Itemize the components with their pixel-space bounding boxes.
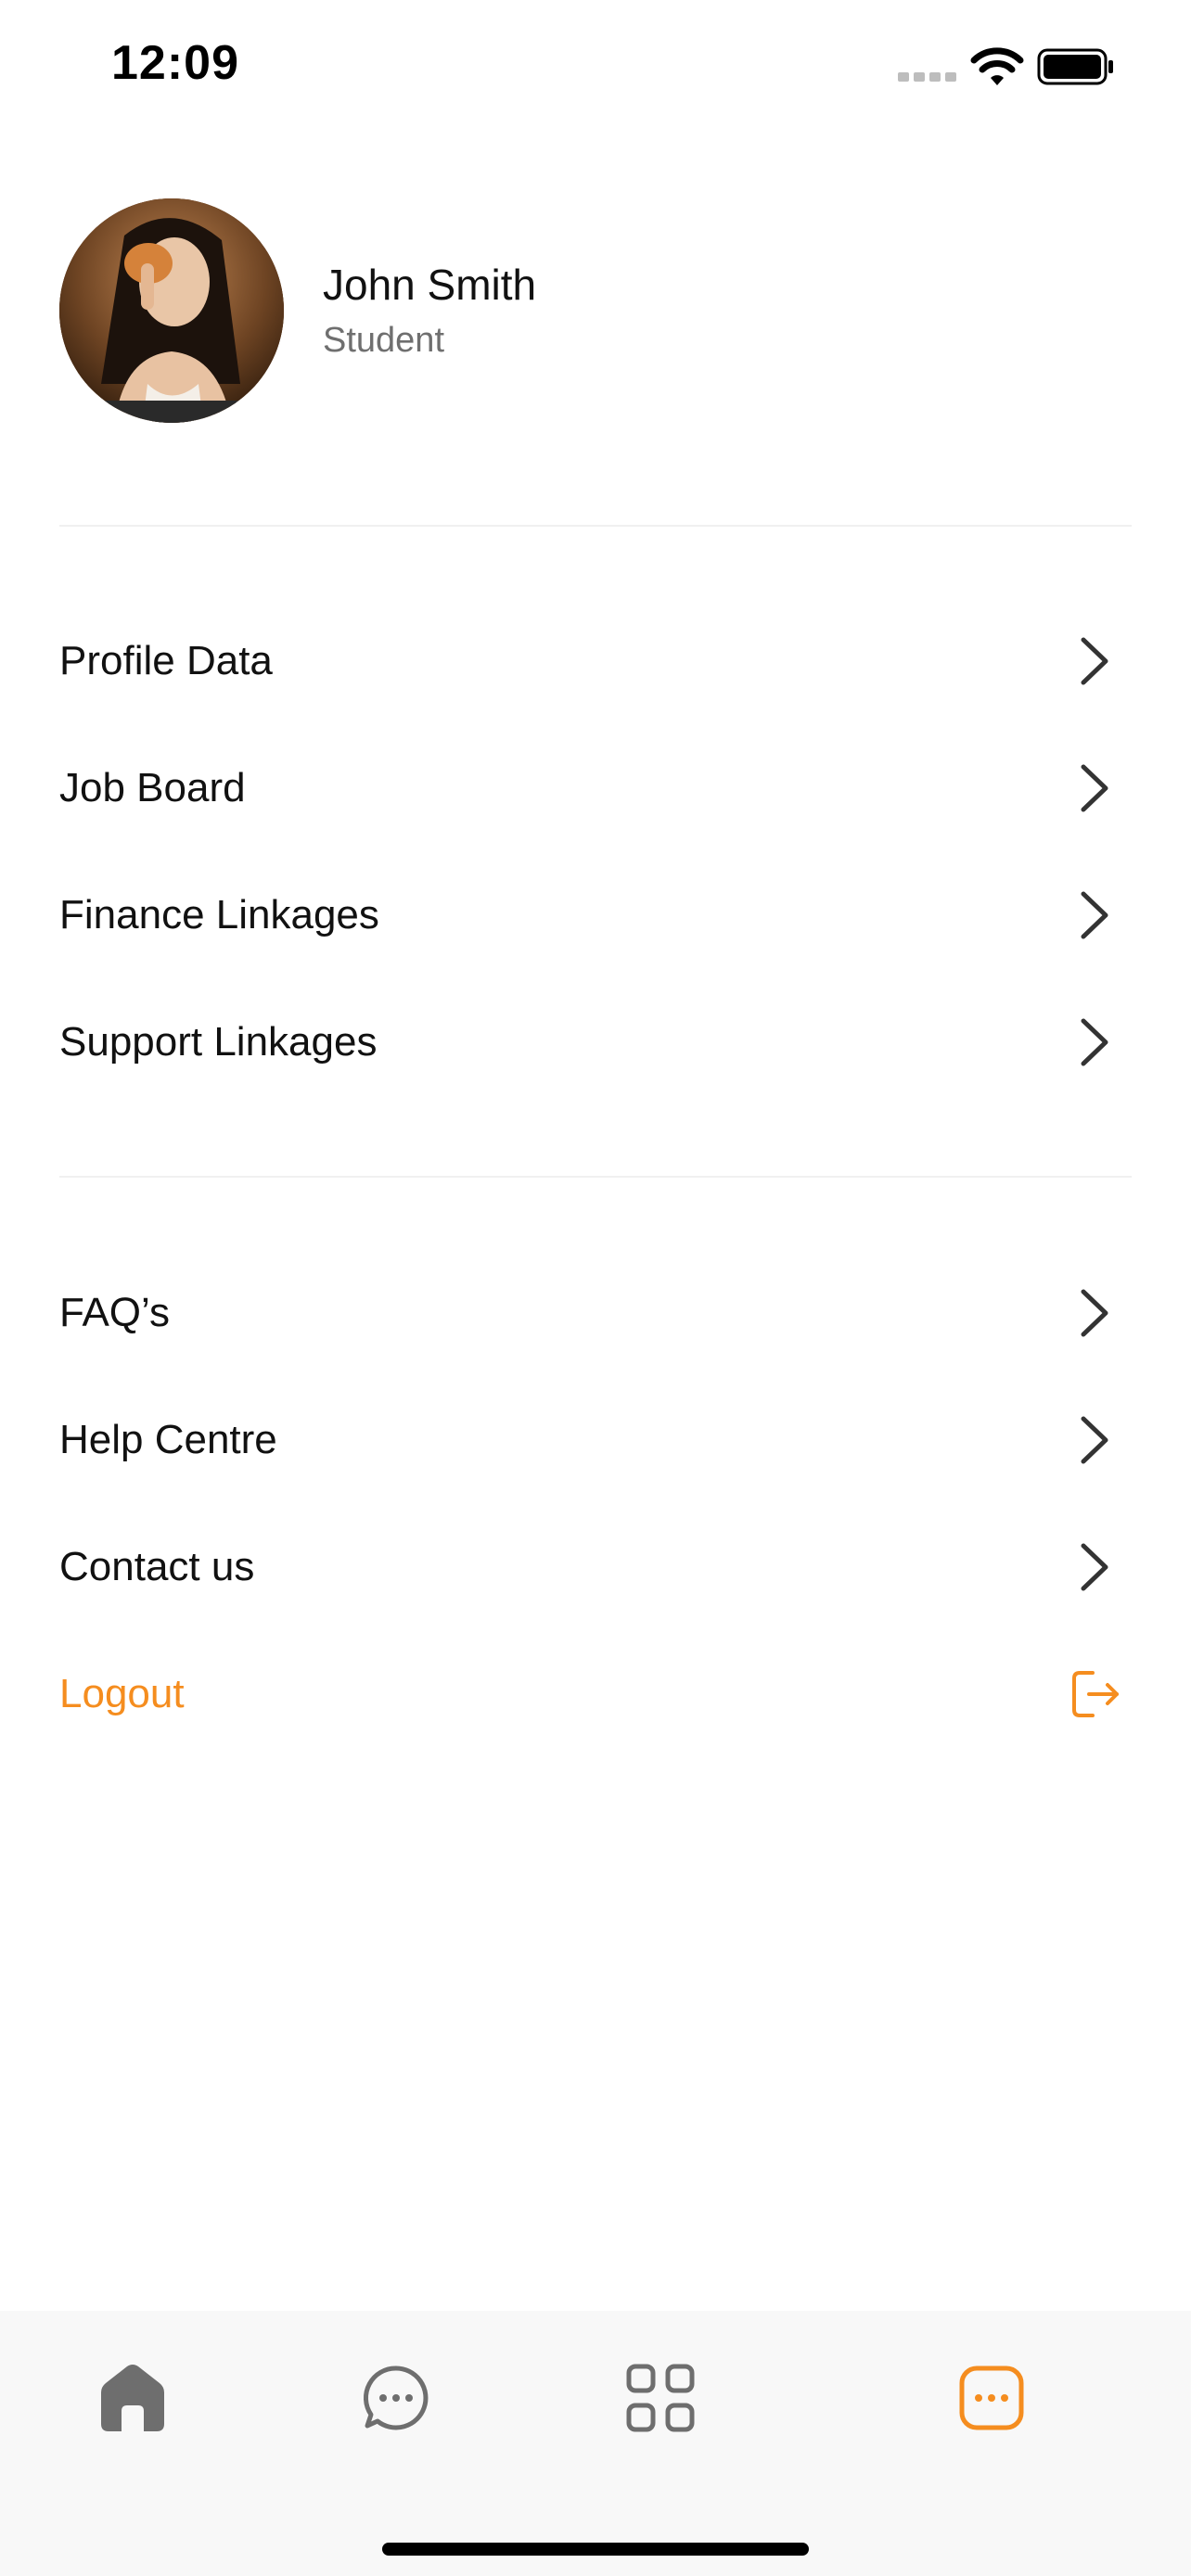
divider <box>59 1176 1132 1178</box>
home-icon <box>101 2365 164 2431</box>
battery-icon <box>1037 48 1113 85</box>
chat-bubble-icon <box>363 2366 429 2430</box>
home-indicator[interactable] <box>382 2543 809 2556</box>
profile-name: John Smith <box>323 261 537 309</box>
menu-item-job-board[interactable]: Job Board <box>59 737 1132 839</box>
profile-menu-screen: 12:09 John Smith Student Profile Data Jo… <box>0 0 1191 2576</box>
grid-icon <box>626 2364 695 2432</box>
menu-item-label: Support Linkages <box>59 1019 378 1065</box>
wifi-icon <box>970 47 1024 85</box>
menu-item-faqs[interactable]: FAQ’s <box>59 1262 1132 1364</box>
avatar[interactable] <box>59 198 284 423</box>
menu-item-label: Contact us <box>59 1544 255 1589</box>
chevron-right-icon <box>1081 891 1108 939</box>
logout-button[interactable]: Logout <box>59 1643 1132 1745</box>
menu-item-profile-data[interactable]: Profile Data <box>59 610 1132 712</box>
tab-bar <box>0 2311 1191 2576</box>
chevron-right-icon <box>1081 1543 1108 1591</box>
more-icon <box>959 2366 1024 2430</box>
chevron-right-icon <box>1081 1289 1108 1337</box>
chevron-right-icon <box>1081 637 1108 685</box>
profile-header[interactable]: John Smith Student <box>59 198 1132 425</box>
status-bar: 12:09 <box>0 0 1191 130</box>
tab-apps[interactable] <box>614 2352 707 2444</box>
profile-photo <box>59 198 284 423</box>
logout-label: Logout <box>59 1671 185 1716</box>
menu-item-label: FAQ’s <box>59 1290 171 1335</box>
menu-item-label: Profile Data <box>59 638 273 683</box>
menu-item-help-centre[interactable]: Help Centre <box>59 1389 1132 1491</box>
menu-item-contact-us[interactable]: Contact us <box>59 1516 1132 1618</box>
menu-item-label: Job Board <box>59 765 246 810</box>
chevron-right-icon <box>1081 1416 1108 1464</box>
tab-messages[interactable] <box>350 2352 442 2444</box>
tab-more[interactable] <box>945 2352 1038 2444</box>
tab-home[interactable] <box>86 2352 179 2444</box>
signal-icon <box>898 72 956 82</box>
menu-item-support-linkages[interactable]: Support Linkages <box>59 991 1132 1093</box>
logout-icon <box>1072 1671 1119 1717</box>
menu-item-label: Help Centre <box>59 1417 277 1462</box>
divider <box>59 525 1132 527</box>
menu-item-finance-linkages[interactable]: Finance Linkages <box>59 864 1132 966</box>
profile-role: Student <box>323 321 444 360</box>
menu-item-label: Finance Linkages <box>59 892 379 937</box>
chevron-right-icon <box>1081 764 1108 812</box>
chevron-right-icon <box>1081 1018 1108 1066</box>
status-time: 12:09 <box>111 36 239 90</box>
